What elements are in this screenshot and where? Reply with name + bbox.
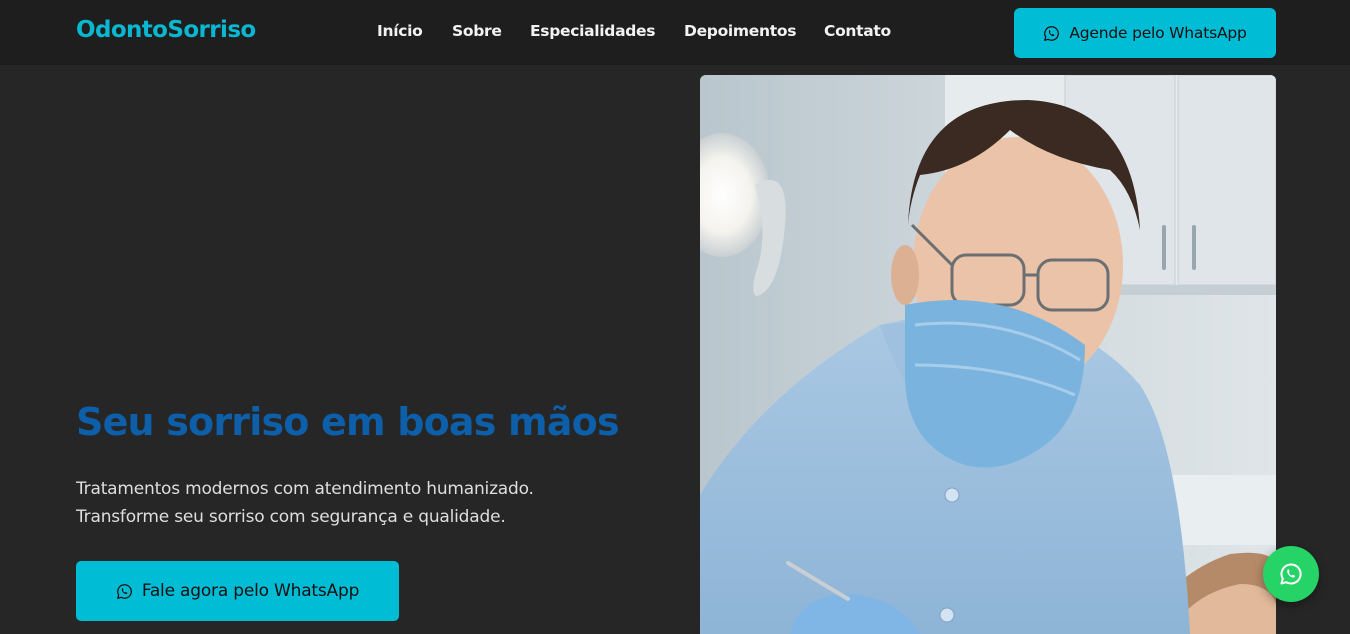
hero-whatsapp-button[interactable]: Fale agora pelo WhatsApp <box>76 561 399 621</box>
nav-link-contato[interactable]: Contato <box>824 22 891 40</box>
header-cta-label: Agende pelo WhatsApp <box>1069 24 1247 42</box>
nav-link-especialidades[interactable]: Especialidades <box>530 22 656 40</box>
hero-cta-label: Fale agora pelo WhatsApp <box>141 581 360 601</box>
hero-subtitle-line1: Tratamentos modernos com atendimento hum… <box>76 479 534 499</box>
dentist-illustration <box>700 75 1276 634</box>
hero-title: Seu sorriso em boas mãos <box>76 400 620 444</box>
nav-link-sobre[interactable]: Sobre <box>452 22 502 40</box>
whatsapp-icon <box>1044 25 1060 41</box>
site-header: OdontoSorriso Início Sobre Especialidade… <box>0 0 1350 65</box>
nav-link-inicio[interactable]: Início <box>377 22 423 40</box>
hero-subtitle-line2: Transforme seu sorriso com segurança e q… <box>76 507 506 527</box>
floating-whatsapp-button[interactable] <box>1263 546 1319 602</box>
logo[interactable]: OdontoSorriso <box>76 17 256 43</box>
nav-link-depoimentos[interactable]: Depoimentos <box>684 22 796 40</box>
hero-subtitle: Tratamentos modernos com atendimento hum… <box>76 475 676 531</box>
header-whatsapp-button[interactable]: Agende pelo WhatsApp <box>1014 8 1276 58</box>
whatsapp-icon <box>1280 563 1302 585</box>
whatsapp-icon <box>116 583 132 599</box>
dentist-photo <box>700 75 1276 634</box>
